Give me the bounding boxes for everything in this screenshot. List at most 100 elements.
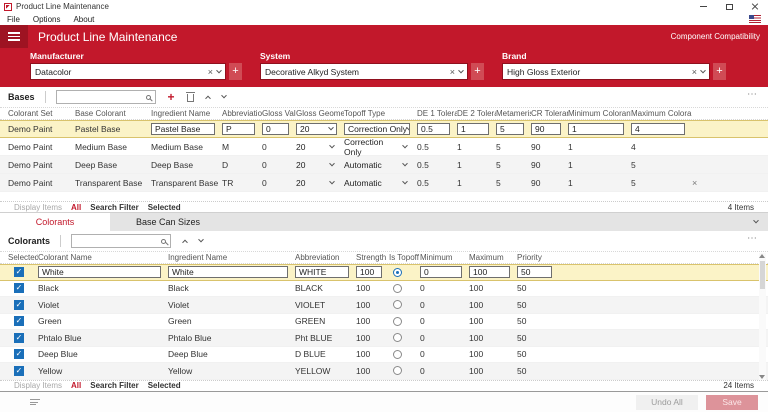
- tab-base-can-sizes[interactable]: Base Can Sizes: [110, 213, 226, 231]
- selected-checkbox[interactable]: ✓: [14, 316, 24, 326]
- topoff-type-dropdown[interactable]: Correction Only: [344, 123, 410, 135]
- column-header-metamerism[interactable]: Metamerism: [496, 109, 531, 118]
- dropdown-caret-icon[interactable]: [700, 67, 706, 73]
- column-header-base-colorant[interactable]: Base Colorant: [75, 109, 151, 118]
- filter-option-search-filter[interactable]: Search Filter: [90, 203, 138, 212]
- column-header-gloss-value[interactable]: Gloss Value: [262, 109, 296, 118]
- bases-table-row[interactable]: Demo PaintTransparent BaseTransparent Ba…: [0, 174, 768, 192]
- colorant-name-input[interactable]: White: [38, 266, 161, 278]
- bases-more-options-button[interactable]: ⋯: [747, 89, 758, 100]
- abbreviation-input[interactable]: P: [222, 123, 255, 135]
- dropdown-caret-icon[interactable]: [216, 67, 222, 73]
- metamerism-input[interactable]: 5: [496, 123, 524, 135]
- colorants-scrollbar[interactable]: [759, 253, 766, 380]
- bases-table-row[interactable]: Demo PaintDeep BaseDeep BaseD020Automati…: [0, 156, 768, 174]
- maximum-colorants-input[interactable]: 4: [631, 123, 685, 135]
- column-header-minimum[interactable]: Minimum: [420, 253, 469, 262]
- column-header-abbreviation[interactable]: Abbreviation: [295, 253, 356, 262]
- bases-table-row[interactable]: Demo PaintMedium BaseMedium BaseM020Corr…: [0, 138, 768, 156]
- dropdown-caret-icon[interactable]: [458, 67, 464, 73]
- strength-input[interactable]: 100: [356, 266, 382, 278]
- colorants-table-row[interactable]: ✓BlackBlackBLACK100010050: [0, 281, 768, 298]
- dropdown-caret-icon[interactable]: [329, 160, 335, 166]
- dropdown-caret-icon[interactable]: [328, 125, 334, 131]
- column-header-priority[interactable]: Priority: [517, 253, 559, 262]
- column-header-is-topoff[interactable]: Is Topoff: [389, 253, 420, 262]
- colorants-search-input[interactable]: [71, 234, 171, 248]
- menu-about[interactable]: About: [73, 15, 94, 24]
- column-header-maximum-colorants[interactable]: Maximum Colorants: [631, 109, 692, 118]
- column-header-colorant-name[interactable]: Colorant Name: [38, 253, 168, 262]
- column-header-cr-tolerance[interactable]: CR Tolerance: [531, 109, 568, 118]
- column-header-ingredient-name[interactable]: Ingredient Name: [168, 253, 295, 262]
- menu-file[interactable]: File: [7, 15, 20, 24]
- maximize-button[interactable]: [716, 0, 742, 13]
- move-up-button[interactable]: [183, 239, 187, 243]
- column-header-minimum-colorants[interactable]: Minimum Colorants: [568, 109, 631, 118]
- language-flag-icon[interactable]: [749, 15, 761, 23]
- add-brand-button[interactable]: +: [713, 63, 726, 80]
- menu-options[interactable]: Options: [33, 15, 61, 24]
- clear-icon[interactable]: ×: [204, 67, 217, 77]
- is-topoff-radio[interactable]: [393, 350, 402, 359]
- is-topoff-radio[interactable]: [393, 317, 402, 326]
- component-compatibility-link[interactable]: Component Compatibility: [671, 32, 760, 41]
- gloss-geometry-dropdown[interactable]: 20: [296, 123, 337, 135]
- column-header-strength[interactable]: Strength: [356, 253, 389, 262]
- selected-checkbox[interactable]: ✓: [14, 366, 24, 376]
- priority-input[interactable]: 50: [517, 266, 552, 278]
- filter-option-all[interactable]: All: [71, 203, 81, 212]
- dropdown-caret-icon[interactable]: [753, 218, 759, 224]
- move-up-button[interactable]: [206, 95, 210, 99]
- ingredient-name-input[interactable]: Pastel Base: [151, 123, 215, 135]
- is-topoff-radio[interactable]: [393, 284, 402, 293]
- dropdown-caret-icon[interactable]: [329, 178, 335, 184]
- move-down-button[interactable]: [199, 239, 203, 243]
- selected-checkbox[interactable]: ✓: [14, 300, 24, 310]
- hamburger-menu-button[interactable]: [0, 25, 28, 48]
- maximum-input[interactable]: 100: [469, 266, 510, 278]
- tab-colorants[interactable]: Colorants: [0, 213, 110, 231]
- column-header-abbreviation[interactable]: Abbreviation: [222, 109, 262, 118]
- ingredient-name-input[interactable]: White: [168, 266, 288, 278]
- minimum-colorants-input[interactable]: 1: [568, 123, 624, 135]
- brand-combobox[interactable]: High Gloss Exterior×: [502, 63, 710, 80]
- delete-base-button[interactable]: [187, 92, 194, 102]
- clear-icon[interactable]: ×: [688, 67, 701, 77]
- scroll-down-icon[interactable]: [759, 375, 765, 379]
- de-1-tolerance-input[interactable]: 0.5: [417, 123, 450, 135]
- gloss-value-input[interactable]: 0: [262, 123, 289, 135]
- is-topoff-radio[interactable]: [393, 333, 402, 342]
- colorants-table-row[interactable]: ✓VioletVioletVIOLET100010050: [0, 297, 768, 314]
- colorants-table-row[interactable]: ✓WhiteWhiteWHITE100010050: [0, 264, 768, 281]
- minimum-input[interactable]: 0: [420, 266, 462, 278]
- colorants-table-row[interactable]: ✓YellowYellowYELLOW100010050: [0, 363, 768, 380]
- add-manufacturer-button[interactable]: +: [229, 63, 242, 80]
- add-base-button[interactable]: +: [168, 92, 175, 102]
- move-down-button[interactable]: [222, 95, 226, 99]
- is-topoff-radio[interactable]: [393, 268, 402, 277]
- selected-checkbox[interactable]: ✓: [14, 283, 24, 293]
- add-system-button[interactable]: +: [471, 63, 484, 80]
- column-header-colorant-set[interactable]: Colorant Set: [8, 109, 75, 118]
- colorants-more-options-button[interactable]: ⋯: [747, 233, 758, 244]
- colorants-table-row[interactable]: ✓Deep BlueDeep BlueD BLUE100010050: [0, 347, 768, 364]
- cr-tolerance-input[interactable]: 90: [531, 123, 561, 135]
- column-header-de-1-tolerance[interactable]: DE 1 Tolerance: [417, 109, 457, 118]
- column-header-de-2-tolerance[interactable]: DE 2 Tolerance: [457, 109, 496, 118]
- selected-checkbox[interactable]: ✓: [14, 349, 24, 359]
- colorants-table-row[interactable]: ✓GreenGreenGREEN100010050: [0, 314, 768, 331]
- abbreviation-input[interactable]: WHITE: [295, 266, 349, 278]
- save-button[interactable]: Save: [706, 395, 758, 410]
- clear-icon[interactable]: ×: [446, 67, 459, 77]
- dropdown-caret-icon[interactable]: [402, 142, 408, 148]
- column-header-gloss-geometry[interactable]: Gloss Geometry: [296, 109, 344, 118]
- dropdown-caret-icon[interactable]: [329, 142, 335, 148]
- bases-table-row[interactable]: Demo PaintPastel BasePastel BaseP020Corr…: [0, 120, 768, 138]
- dropdown-caret-icon[interactable]: [402, 160, 408, 166]
- dropdown-caret-icon[interactable]: [402, 178, 408, 184]
- filter-option-selected[interactable]: Selected: [148, 203, 181, 212]
- column-header-topoff-type[interactable]: Topoff Type: [344, 109, 417, 118]
- selected-checkbox[interactable]: ✓: [14, 333, 24, 343]
- system-combobox[interactable]: Decorative Alkyd System×: [260, 63, 468, 80]
